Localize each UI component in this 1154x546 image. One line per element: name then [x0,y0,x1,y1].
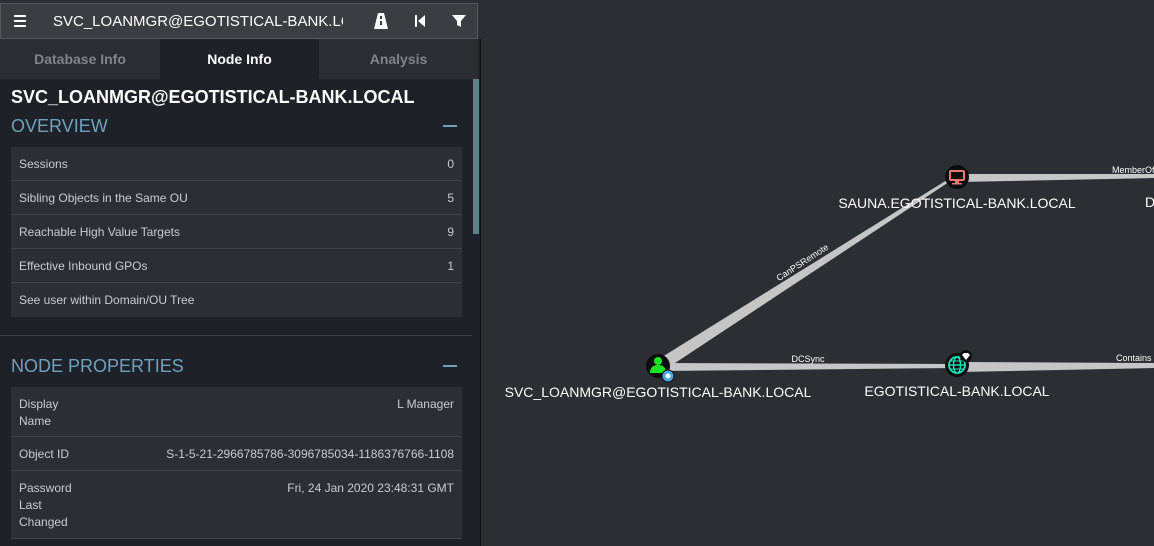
back-button[interactable] [409,10,431,32]
row-label: Sibling Objects in the Same OU [19,191,188,205]
node-label-domain: EGOTISTICAL-BANK.LOCAL [864,383,1049,399]
edge-label-memberof: MemberOf [1112,165,1154,175]
node-domain[interactable]: EGOTISTICAL-BANK.LOCAL [864,350,1050,399]
property-row-object-id: Object ID S-1-5-21-2966785786-3096785034… [11,437,462,471]
overview-row-inbound-gpos[interactable]: Effective Inbound GPOs 1 [11,249,462,283]
row-label: Effective Inbound GPOs [19,259,148,273]
row-value: 5 [447,191,454,205]
property-row-display-name: Display Name L Manager [11,387,462,437]
overview-row-sibling-objects[interactable]: Sibling Objects in the Same OU 5 [11,181,462,215]
row-label: Reachable High Value Targets [19,225,180,239]
node-computer[interactable]: SAUNA.EGOTISTICAL-BANK.LOCAL [838,165,1076,211]
overview-collapse-icon[interactable] [443,125,457,127]
edge-memberof[interactable]: MemberOf [960,165,1154,182]
filter-icon [452,15,466,27]
overview-row-sessions[interactable]: Sessions 0 [11,147,462,181]
skip-back-icon [415,15,425,27]
node-info-content[interactable]: SVC_LOANMGR@EGOTISTICAL-BANK.LOCAL OVERV… [0,79,472,546]
panel-scrollbar[interactable] [473,79,479,234]
edge-contains[interactable]: Contains [960,353,1154,372]
tab-node-info[interactable]: Node Info [160,39,319,79]
high-value-gem-icon [960,350,972,362]
node-properties-collapse-icon[interactable] [443,365,457,367]
row-label: Password Last Changed [19,481,72,529]
edge-label-contains: Contains [1116,353,1152,363]
overview-heading[interactable]: OVERVIEW [11,116,108,137]
row-label: Sessions [19,157,68,171]
hamburger-menu-button[interactable] [10,10,32,32]
node-label-computer: SAUNA.EGOTISTICAL-BANK.LOCAL [838,195,1075,211]
edge-dcsync[interactable]: DCSync [660,354,957,371]
row-value: L Manager [397,397,454,411]
node-search-input[interactable] [45,8,351,34]
search-bar [0,3,478,39]
row-value: S-1-5-21-2966785786-3096785034-118637676… [166,447,454,461]
row-label: Display Name [19,397,59,428]
info-panel: Database Info Node Info Analysis SVC_LOA… [0,39,481,546]
tab-analysis[interactable]: Analysis [319,39,478,79]
row-label: See user within Domain/OU Tree [19,293,195,307]
row-value: 1 [447,259,454,273]
overview-row-high-value-targets[interactable]: Reachable High Value Targets 9 [11,215,462,249]
node-label-offscreen: D [1145,194,1154,210]
node-user[interactable]: SVC_LOANMGR@EGOTISTICAL-BANK.LOCAL [505,354,812,400]
row-value: 9 [447,225,454,239]
row-label: Object ID [19,447,70,461]
overview-table: Sessions 0 Sibling Objects in the Same O… [11,147,462,317]
row-value: Fri, 24 Jan 2020 23:48:31 GMT [287,481,454,495]
overview-row-domain-tree-link[interactable]: See user within Domain/OU Tree [11,283,462,317]
node-label-user: SVC_LOANMGR@EGOTISTICAL-BANK.LOCAL [505,384,812,400]
node-properties-heading[interactable]: NODE PROPERTIES [11,356,184,377]
road-icon [374,13,388,29]
owned-marker-icon [661,369,675,383]
pathfinding-button[interactable] [370,10,392,32]
node-name-title: SVC_LOANMGR@EGOTISTICAL-BANK.LOCAL [11,87,415,107]
edge-label-dcsync: DCSync [791,354,825,364]
node-properties-table: Display Name L Manager Object ID S-1-5-2… [11,387,462,539]
filter-button[interactable] [448,10,470,32]
tab-database-info[interactable]: Database Info [0,39,160,79]
panel-tabs: Database Info Node Info Analysis [0,39,478,79]
row-value: 0 [447,157,454,171]
property-row-password-last-changed: Password Last Changed Fri, 24 Jan 2020 2… [11,471,462,539]
section-divider [0,335,472,336]
